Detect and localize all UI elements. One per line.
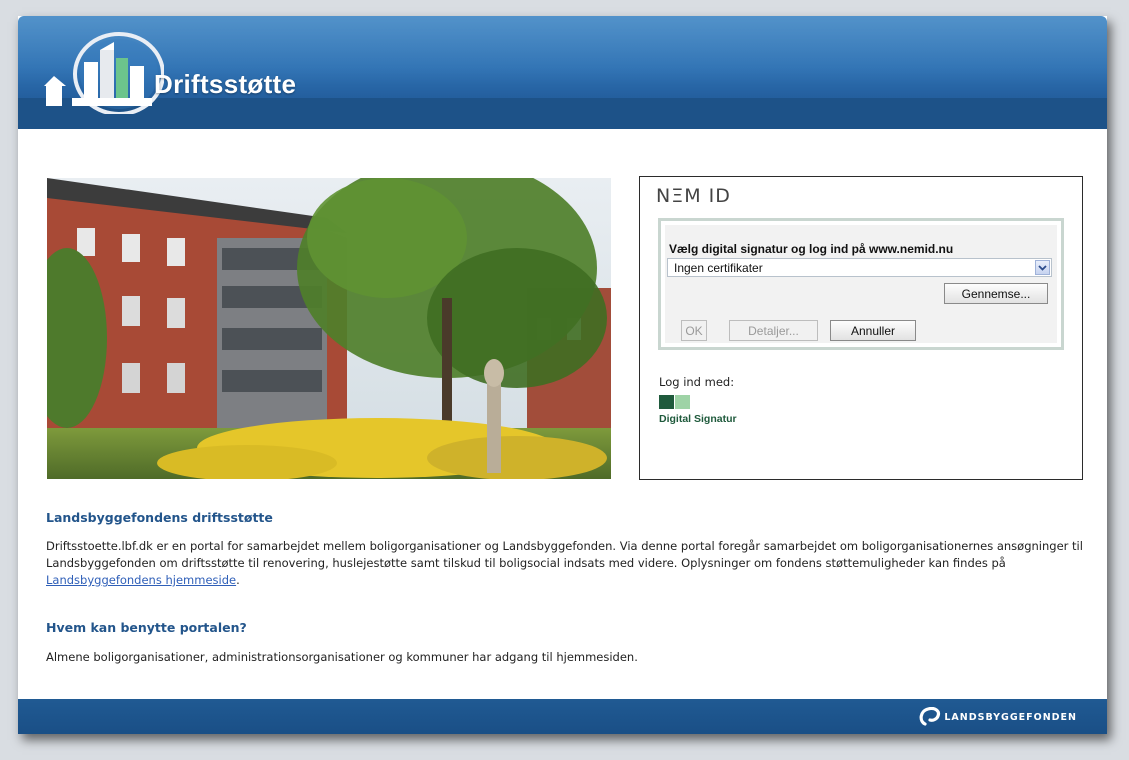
footer-logo[interactable]: LANDSBYGGEFONDEN <box>919 707 1077 727</box>
nemid-title: NΞM ID <box>656 185 731 207</box>
intro-text: Driftsstoette.lbf.dk er en portal for sa… <box>46 539 1083 570</box>
nemid-applet: Vælg digital signatur og log ind på www.… <box>658 218 1064 350</box>
building-circle-logo-icon <box>44 32 164 114</box>
chevron-down-icon[interactable] <box>1035 260 1050 275</box>
header-band <box>18 98 1107 129</box>
cancel-button[interactable]: Annuller <box>830 320 916 341</box>
section-text-driftsstotte: Driftsstoette.lbf.dk er en portal for sa… <box>46 538 1086 589</box>
applet-inner: Vælg digital signatur og log ind på www.… <box>665 225 1057 343</box>
header: Driftsstøtte <box>18 16 1107 129</box>
login-with-label: Log ind med: <box>659 375 735 389</box>
footer: LANDSBYGGEFONDEN <box>18 699 1107 734</box>
section-text-who-can-use: Almene boligorganisationer, administrati… <box>46 650 638 664</box>
section-title-who-can-use: Hvem kan benytte portalen? <box>46 620 247 635</box>
details-button[interactable]: Detaljer... <box>729 320 818 341</box>
digital-signature-label[interactable]: Digital Signatur <box>659 413 737 425</box>
nemid-login-panel: NΞM ID Vælg digital signatur og log ind … <box>639 176 1083 480</box>
ok-button[interactable]: OK <box>681 320 707 341</box>
lbf-homepage-link[interactable]: Landsbyggefondens hjemmeside <box>46 573 236 587</box>
digital-signature-logo-icon[interactable] <box>659 395 691 409</box>
certificate-select[interactable]: Ingen certifikater <box>667 258 1052 277</box>
certificate-select-value: Ingen certifikater <box>674 261 763 275</box>
applet-heading: Vælg digital signatur og log ind på www.… <box>669 242 954 256</box>
building-photo <box>47 178 611 479</box>
page-frame: Driftsstøtte NΞM ID Vælg digital signatu… <box>18 16 1107 734</box>
browse-button[interactable]: Gennemse... <box>944 283 1048 304</box>
footer-logo-text: LANDSBYGGEFONDEN <box>944 711 1077 723</box>
intro-end: . <box>236 573 240 587</box>
brand-title: Driftsstøtte <box>154 69 297 99</box>
section-title-driftsstotte: Landsbyggefondens driftsstøtte <box>46 510 273 525</box>
landsbyggefonden-swirl-icon <box>919 707 941 726</box>
